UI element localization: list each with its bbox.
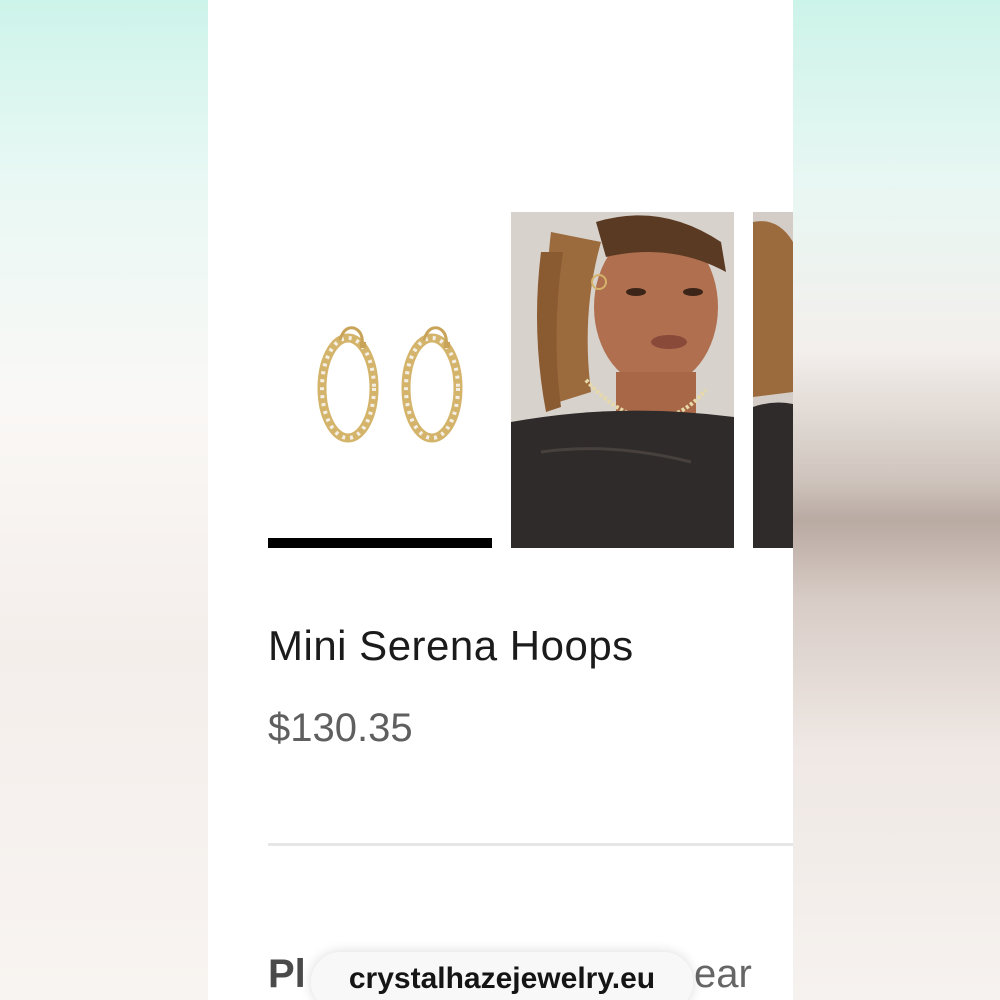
partial-section-text: ear (694, 952, 752, 996)
model-photo-partial[interactable] (753, 212, 793, 548)
screenshot-frame: Mini Serena Hoops $130.35 Pl ear crystal… (0, 0, 1000, 1000)
browser-address-bar[interactable]: crystalhazejewelry.eu (311, 952, 693, 1000)
product-title: Mini Serena Hoops (268, 622, 634, 669)
product-image-earrings[interactable] (268, 212, 492, 548)
partial-section-heading: Pl (268, 952, 306, 996)
url-text: crystalhazejewelry.eu (348, 962, 656, 995)
section-divider (268, 843, 793, 846)
product-price: $130.35 (268, 706, 413, 750)
blurred-background-right (793, 0, 1000, 1000)
model-photo-necklace[interactable] (511, 212, 734, 548)
hoop-earrings-illustration (317, 326, 463, 443)
blurred-background-left (0, 0, 208, 1000)
product-page: Mini Serena Hoops $130.35 Pl ear (208, 0, 793, 1000)
model-portrait-illustration (511, 212, 734, 548)
partial-portrait-illustration (753, 212, 793, 548)
image-gallery (208, 212, 793, 552)
active-image-indicator (268, 538, 492, 548)
